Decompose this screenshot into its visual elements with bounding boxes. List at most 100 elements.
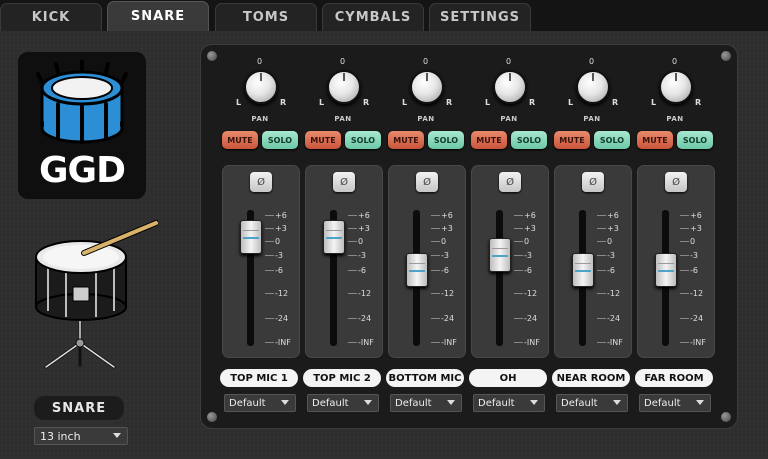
pan-label: PAN [583, 115, 601, 123]
fader-scale-label: +3 [441, 224, 453, 233]
snare-drum-icon [35, 220, 158, 369]
pan-left-label: L [651, 98, 657, 107]
solo-button[interactable]: SOLO [594, 131, 630, 149]
pan-knob[interactable] [410, 70, 444, 104]
chevron-down-icon [613, 400, 621, 405]
fader-scale-tick [431, 270, 440, 271]
fader-scale-label: -6 [524, 266, 532, 275]
fader-scale-tick [431, 293, 440, 294]
fader-handle[interactable] [323, 219, 345, 254]
phase-invert-button[interactable]: Ø [416, 172, 438, 192]
fader-scale-label: -6 [607, 266, 615, 275]
solo-button[interactable]: SOLO [428, 131, 464, 149]
fader-handle[interactable] [240, 219, 262, 254]
channel-name: TOP MIC 2 [303, 369, 381, 387]
pan-knob[interactable] [659, 70, 693, 104]
mute-button[interactable]: MUTE [637, 131, 673, 149]
fader-scale-label: -12 [358, 289, 372, 298]
output-select[interactable]: Default [639, 394, 711, 412]
phase-invert-button[interactable]: Ø [499, 172, 521, 192]
solo-button[interactable]: SOLO [511, 131, 547, 149]
fader-scale-tick [265, 293, 274, 294]
fader-scale-label: +6 [607, 211, 619, 220]
output-select[interactable]: Default [307, 394, 379, 412]
fader-scale-label: -INF [524, 338, 540, 347]
phase-invert-button[interactable]: Ø [582, 172, 604, 192]
pan-right-label: R [529, 98, 536, 107]
fader-handle[interactable] [572, 253, 594, 287]
pan-knob[interactable] [327, 70, 361, 104]
screw-icon [721, 412, 731, 422]
fader-scale-label: 0 [275, 237, 281, 246]
tab-kick[interactable]: KICK [0, 3, 102, 31]
fader-scale-label: +6 [275, 211, 287, 220]
fader-scale-tick [265, 228, 274, 229]
drum-size-select[interactable]: 13 inch [34, 427, 128, 445]
phase-invert-button[interactable]: Ø [665, 172, 687, 192]
screw-icon [721, 51, 731, 61]
mute-button[interactable]: MUTE [388, 131, 424, 149]
pan-label: PAN [417, 115, 435, 123]
fader-scale-label: -3 [524, 251, 532, 260]
output-select-value: Default [478, 397, 515, 409]
fader-scale-tick [348, 228, 357, 229]
pan-center-label: 0 [423, 57, 429, 66]
pan-left-label: L [236, 98, 242, 107]
mixer-channel: 0 L R PAN MUTE SOLO Ø +6 +3 0 -3 -6 -12 -24 -IN… [469, 44, 549, 429]
fader-scale-label: +6 [358, 211, 370, 220]
fader-scale-tick [265, 270, 274, 271]
fader-handle[interactable] [489, 238, 511, 272]
fader-track[interactable] [496, 210, 503, 346]
fader-strip: Ø +6 +3 0 -3 -6 -12 -24 -INF [637, 165, 715, 358]
fader-scale-tick [680, 342, 689, 343]
fader-handle[interactable] [655, 253, 677, 287]
fader-scale-label: -12 [275, 289, 289, 298]
pan-knob[interactable] [244, 70, 278, 104]
chevron-down-icon [113, 433, 121, 438]
phase-invert-button[interactable]: Ø [250, 172, 272, 192]
pan-right-label: R [363, 98, 370, 107]
solo-button[interactable]: SOLO [677, 131, 713, 149]
fader-scale-tick [597, 215, 606, 216]
chevron-down-icon [447, 400, 455, 405]
output-select-value: Default [229, 397, 266, 409]
phase-invert-button[interactable]: Ø [333, 172, 355, 192]
fader-scale-tick [514, 318, 523, 319]
channel-name: BOTTOM MIC [386, 369, 464, 387]
pan-label: PAN [334, 115, 352, 123]
fader-scale-tick [514, 228, 523, 229]
output-select[interactable]: Default [224, 394, 296, 412]
pan-right-label: R [695, 98, 702, 107]
tab-snare[interactable]: SNARE [107, 1, 209, 31]
pan-knob[interactable] [493, 70, 527, 104]
solo-button[interactable]: SOLO [345, 131, 381, 149]
fader-scale-label: -INF [690, 338, 706, 347]
fader-scale-tick [597, 228, 606, 229]
tab-settings[interactable]: SETTINGS [429, 3, 531, 31]
output-select[interactable]: Default [556, 394, 628, 412]
pan-knob-area: 0 L R [566, 57, 618, 114]
fader-scale-label: -INF [275, 338, 291, 347]
pan-center-label: 0 [340, 57, 346, 66]
fader-scale-tick [514, 293, 523, 294]
solo-button[interactable]: SOLO [262, 131, 298, 149]
tab-toms[interactable]: TOMS [215, 3, 317, 31]
mute-button[interactable]: MUTE [471, 131, 507, 149]
output-select[interactable]: Default [390, 394, 462, 412]
output-select-value: Default [395, 397, 432, 409]
phase-icon: Ø [423, 176, 431, 188]
chevron-down-icon [530, 400, 538, 405]
channel-name: NEAR ROOM [552, 369, 630, 387]
mute-button[interactable]: MUTE [222, 131, 258, 149]
fader-scale-label: +3 [275, 224, 287, 233]
fader-scale-label: -6 [441, 266, 449, 275]
fader-scale-label: -24 [275, 314, 289, 323]
output-select[interactable]: Default [473, 394, 545, 412]
tab-cymbals[interactable]: CYMBALS [322, 3, 424, 31]
mute-button[interactable]: MUTE [305, 131, 341, 149]
fader-scale-tick [680, 318, 689, 319]
fader-handle[interactable] [406, 253, 428, 287]
fader-scale-label: +3 [524, 224, 536, 233]
mute-button[interactable]: MUTE [554, 131, 590, 149]
pan-knob[interactable] [576, 70, 610, 104]
